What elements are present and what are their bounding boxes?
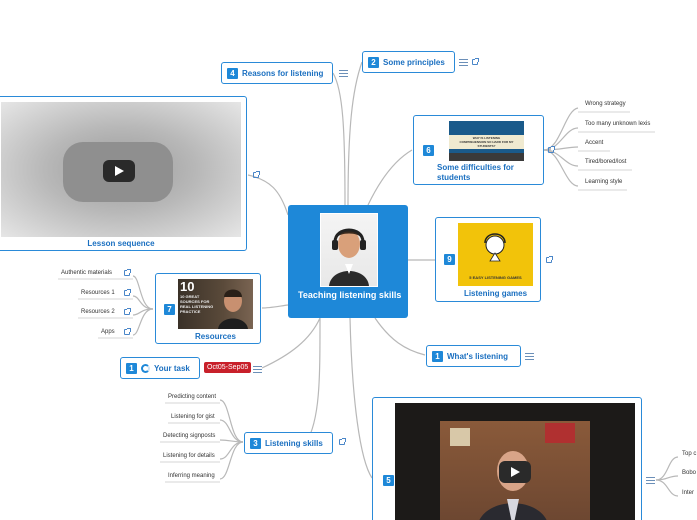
node-resources[interactable]: 10 10 GREAT SOURCES FOR REAL LISTENING P… [155,273,261,344]
leaf-learning-style[interactable]: Learning style [585,179,622,185]
node-some-principles[interactable]: 2 Some principles [362,51,455,73]
node-listening-skills[interactable]: 3 Listening skills [244,432,333,454]
note-icon[interactable] [525,353,534,360]
node-listening-games[interactable]: 5 EASY LISTENING GAMES 9 Listening games [435,217,541,302]
badge-1: 1 [126,362,137,374]
node-label: Lesson sequence [87,239,155,248]
badge-3: 3 [250,437,261,449]
node-reasons-for-listening[interactable]: 4 Reasons for listening [221,62,333,84]
node-label: Listening skills [265,438,323,448]
mind-map-canvas: Teaching listening skills 2 Some princip… [0,0,697,520]
leaf-authentic-materials[interactable]: Authentic materials [61,270,112,276]
leaf-listening-for-details[interactable]: Listening for details [163,453,215,459]
node-label: Resources [195,332,236,341]
external-link-icon[interactable] [546,256,553,263]
external-link-icon[interactable] [253,171,260,178]
badge-4: 4 [227,67,238,79]
leaf-resources-2[interactable]: Resources 2 [81,309,115,315]
node-label: Your task [154,363,190,373]
badge-7: 7 [164,304,175,315]
lesson-video[interactable] [1,102,241,237]
difficulties-image: WHY IS LISTENING COMPREHENSION SO HARD F… [449,121,524,161]
games-image: 5 EASY LISTENING GAMES [458,223,533,286]
external-link-icon[interactable] [124,328,131,335]
leaf-resources-1[interactable]: Resources 1 [81,290,115,296]
play-icon[interactable] [499,461,531,483]
leaf-wrong-strategy[interactable]: Wrong strategy [585,101,626,107]
node-video-5[interactable]: 5 [372,397,642,520]
badge-6: 6 [423,145,434,156]
badge-2: 2 [368,56,379,68]
badge-5: 5 [383,475,394,486]
external-link-icon[interactable] [124,308,131,315]
date-tag[interactable]: Oct05-Sep05 [204,362,252,373]
node-label: Reasons for listening [242,68,324,78]
note-icon[interactable] [253,366,262,373]
leaf-listening-for-gist[interactable]: Listening for gist [171,414,215,420]
note-icon[interactable] [339,70,348,77]
external-link-icon[interactable] [339,438,346,445]
video-5-player[interactable] [395,403,635,520]
central-topic[interactable]: Teaching listening skills [288,205,408,318]
node-label: What's listening [447,351,509,361]
resources-image: 10 10 GREAT SOURCES FOR REAL LISTENING P… [178,279,253,329]
node-label: Listening games [463,289,528,298]
image-caption: 5 EASY LISTENING GAMES [469,275,522,280]
leaf-predicting-content[interactable]: Predicting content [168,394,216,400]
leaf-top-c[interactable]: Top c [682,451,696,457]
note-icon[interactable] [459,59,468,66]
leaf-accent[interactable]: Accent [585,140,603,146]
leaf-inter[interactable]: Inter [682,490,694,496]
node-whats-listening[interactable]: 1 What's listening [426,345,521,367]
central-photo [320,213,378,287]
node-label: Some principles [383,57,445,67]
leaf-inferring-meaning[interactable]: Inferring meaning [168,473,215,479]
node-some-difficulties[interactable]: WHY IS LISTENING COMPREHENSION SO HARD F… [413,115,544,185]
image-caption: WHY IS LISTENING COMPREHENSION SO HARD F… [459,136,514,148]
node-your-task[interactable]: 1 Your task [120,357,200,379]
note-icon[interactable] [646,477,655,484]
badge-1: 1 [432,350,443,362]
leaf-tired-bored-lost[interactable]: Tired/bored/lost [585,159,626,165]
external-link-icon[interactable] [548,146,555,153]
external-link-icon[interactable] [124,289,131,296]
leaf-bobo[interactable]: Bobo [682,470,696,476]
play-icon[interactable] [103,160,135,182]
badge-9: 9 [444,254,455,265]
progress-circle-icon [141,363,150,373]
external-link-icon[interactable] [124,269,131,276]
leaf-apps[interactable]: Apps [101,329,115,335]
leaf-detecting-signposts[interactable]: Detecting signposts [163,433,215,439]
node-label: Some difficulties for students [437,163,514,182]
node-lesson-sequence[interactable]: Lesson sequence [0,96,247,251]
central-title: Teaching listening skills [298,290,402,300]
external-link-icon[interactable] [472,58,479,65]
leaf-unknown-lexis[interactable]: Too many unknown lexis [585,121,650,127]
